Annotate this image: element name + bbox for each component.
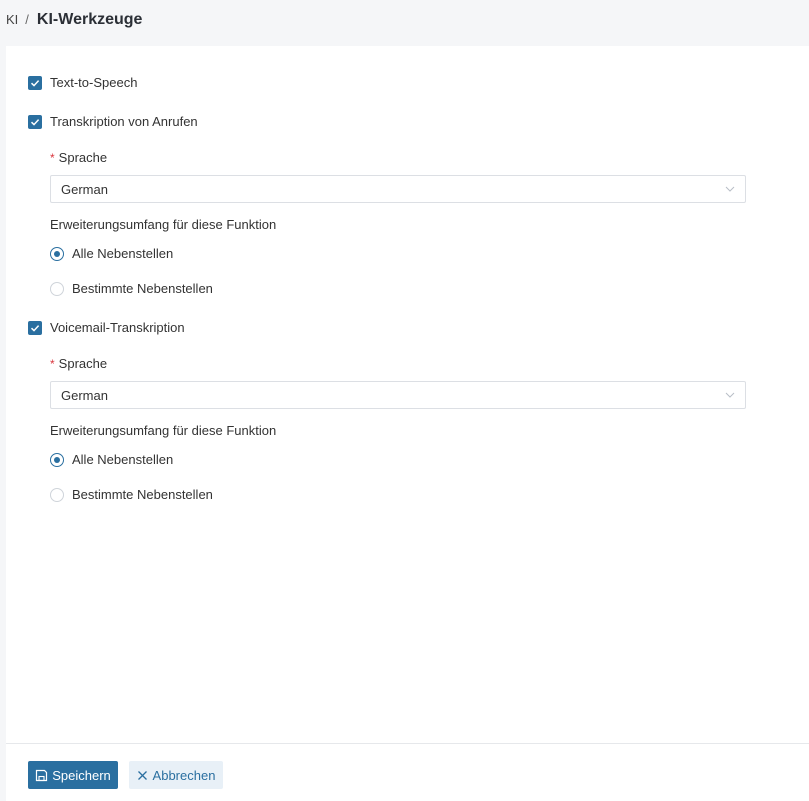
save-button-label: Speichern bbox=[52, 767, 111, 783]
form-footer: Speichern Abbrechen bbox=[6, 743, 809, 801]
voicemail-scope-label: Erweiterungsumfang für diese Funktion bbox=[50, 423, 277, 438]
checkmark-icon bbox=[30, 118, 40, 126]
chevron-down-icon bbox=[725, 186, 735, 192]
voicemail-scope-specific-option[interactable]: Bestimmte Nebenstellen bbox=[50, 487, 213, 502]
voicemail-transcription-checkbox[interactable] bbox=[28, 320, 42, 335]
voicemail-scope-specific-radio[interactable] bbox=[50, 487, 64, 502]
call-language-select[interactable]: German bbox=[50, 175, 746, 203]
cancel-button-label: Abbrechen bbox=[152, 767, 216, 783]
call-language-value: German bbox=[61, 181, 108, 197]
text-to-speech-option[interactable]: Text-to-Speech bbox=[28, 75, 137, 90]
floppy-disk-icon bbox=[36, 769, 48, 781]
page-header: KI / KI-Werkzeuge bbox=[0, 0, 809, 46]
required-marker: * bbox=[50, 150, 55, 165]
call-scope-label: Erweiterungsumfang für diese Funktion bbox=[50, 217, 277, 232]
close-icon bbox=[137, 770, 147, 780]
call-scope-specific-radio[interactable] bbox=[50, 281, 64, 296]
chevron-down-icon bbox=[725, 392, 735, 398]
call-scope-specific-option[interactable]: Bestimmte Nebenstellen bbox=[50, 281, 213, 296]
required-marker: * bbox=[50, 356, 55, 371]
save-button[interactable]: Speichern bbox=[28, 761, 118, 789]
breadcrumb-parent[interactable]: KI bbox=[6, 12, 18, 27]
page-title: KI-Werkzeuge bbox=[36, 11, 143, 28]
checkmark-icon bbox=[30, 79, 40, 87]
call-scope-all-option[interactable]: Alle Nebenstellen bbox=[50, 246, 173, 261]
voicemail-language-select[interactable]: German bbox=[50, 381, 746, 409]
text-to-speech-label: Text-to-Speech bbox=[50, 75, 138, 90]
voicemail-language-value: German bbox=[61, 387, 108, 403]
checkmark-icon bbox=[30, 324, 40, 332]
call-transcription-option[interactable]: Transkription von Anrufen bbox=[28, 114, 198, 129]
call-transcription-checkbox[interactable] bbox=[28, 114, 42, 129]
voicemail-scope-all-radio[interactable] bbox=[50, 452, 64, 467]
breadcrumb: KI / KI-Werkzeuge bbox=[6, 11, 142, 29]
call-language-label: * Sprache bbox=[50, 150, 108, 165]
call-scope-all-radio[interactable] bbox=[50, 246, 64, 261]
cancel-button[interactable]: Abbrechen bbox=[129, 761, 223, 789]
settings-panel: Text-to-Speech Transkription von Anrufen… bbox=[6, 46, 809, 743]
breadcrumb-separator: / bbox=[25, 12, 29, 27]
voicemail-scope-all-option[interactable]: Alle Nebenstellen bbox=[50, 452, 173, 467]
voicemail-language-label: * Sprache bbox=[50, 356, 108, 371]
voicemail-transcription-option[interactable]: Voicemail-Transkription bbox=[28, 320, 185, 335]
voicemail-transcription-label: Voicemail-Transkription bbox=[50, 320, 185, 335]
call-transcription-label: Transkription von Anrufen bbox=[50, 114, 198, 129]
text-to-speech-checkbox[interactable] bbox=[28, 75, 42, 90]
